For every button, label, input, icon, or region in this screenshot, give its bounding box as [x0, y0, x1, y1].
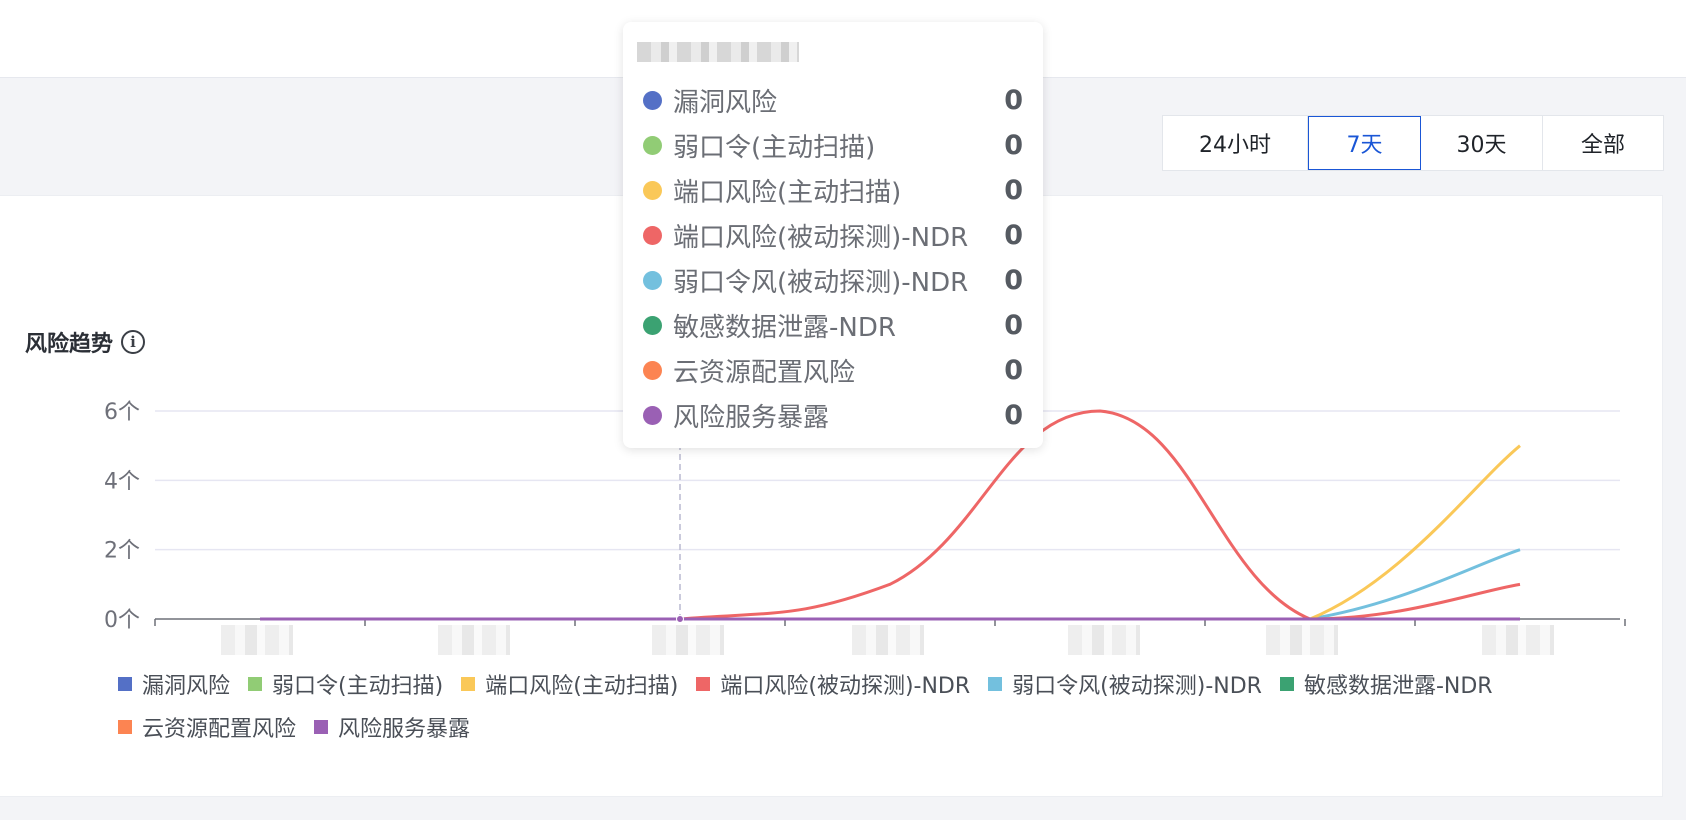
tooltip-row: 云资源配置风险 0: [643, 348, 1023, 393]
tooltip-value: 0: [1004, 400, 1023, 431]
legend-label: 漏洞风险: [142, 673, 231, 699]
legend-item[interactable]: 漏洞风险: [118, 670, 231, 699]
legend-swatch: [314, 719, 329, 734]
tooltip-row: 端口风险(被动探测)-NDR 0: [643, 213, 1023, 258]
tooltip-row: 端口风险(主动扫描) 0: [643, 168, 1023, 213]
tooltip-row: 漏洞风险 0: [643, 78, 1023, 123]
tooltip-label: 漏洞风险: [673, 88, 778, 118]
tooltip-row: 敏感数据泄露-NDR 0: [643, 303, 1023, 348]
tooltip-marker: [643, 226, 662, 245]
legend-label: 端口风险(主动扫描): [485, 673, 679, 699]
hover-point: [676, 615, 684, 623]
legend-item[interactable]: 弱口令风(被动探测)-NDR: [988, 670, 1262, 699]
y-tick-label: 4个: [104, 469, 140, 494]
tooltip-value: 0: [1004, 85, 1023, 116]
tooltip-row: 弱口令风(被动探测)-NDR 0: [643, 258, 1023, 303]
tooltip-marker: [643, 406, 662, 425]
legend-swatch: [988, 676, 1003, 691]
legend-item[interactable]: 弱口令(主动扫描): [248, 670, 444, 699]
y-tick-label: 2个: [104, 539, 140, 564]
chart-legend: 漏洞风险 弱口令(主动扫描) 端口风险(主动扫描) 端口风险(被动探测)-NDR 弱口令…: [118, 670, 1558, 742]
tooltip-marker: [643, 91, 662, 110]
tooltip-value: 0: [1004, 220, 1023, 251]
legend-label: 弱口令风(被动探测)-NDR: [1012, 673, 1262, 699]
y-tick-label: 0个: [104, 608, 140, 633]
tooltip-label: 风险服务暴露: [673, 403, 830, 433]
legend-label: 弱口令(主动扫描): [272, 673, 444, 699]
legend-label: 风险服务暴露: [338, 716, 471, 742]
legend-swatch: [461, 676, 476, 691]
legend-swatch: [118, 676, 132, 691]
legend-label: 敏感数据泄露-NDR: [1303, 673, 1493, 699]
legend-swatch: [1279, 676, 1294, 691]
legend-label: 云资源配置风险: [142, 716, 297, 742]
tooltip-value: 0: [1004, 175, 1023, 206]
tooltip-marker: [643, 316, 662, 335]
tooltip-marker: [643, 136, 662, 155]
legend-item[interactable]: 云资源配置风险: [118, 713, 297, 742]
tooltip-value: 0: [1004, 310, 1023, 341]
y-tick-label: 6个: [104, 400, 140, 425]
tooltip-row: 弱口令(主动扫描) 0: [643, 123, 1023, 168]
tooltip-label: 端口风险(主动扫描): [673, 178, 902, 208]
series-line: [260, 444, 1521, 621]
legend-item[interactable]: 风险服务暴露: [314, 713, 471, 742]
tooltip-value: 0: [1004, 355, 1023, 386]
tooltip-label: 弱口令(主动扫描): [673, 133, 876, 163]
legend-label: 端口风险(被动探测)-NDR: [720, 673, 971, 699]
legend-swatch: [248, 676, 263, 691]
tooltip-value: 0: [1004, 130, 1023, 161]
tooltip-marker: [643, 361, 662, 380]
tooltip-row: 风险服务暴露 0: [643, 393, 1023, 438]
legend-swatch: [696, 676, 711, 691]
legend-swatch: [118, 719, 132, 734]
legend-item[interactable]: 端口风险(被动探测)-NDR: [696, 670, 971, 699]
legend-item[interactable]: 敏感数据泄露-NDR: [1279, 670, 1493, 699]
tooltip-marker: [643, 271, 662, 290]
tooltip-label: 弱口令风(被动探测)-NDR: [673, 268, 969, 298]
tooltip-label: 端口风险(被动探测)-NDR: [673, 223, 969, 253]
tooltip-date-obscured: [637, 42, 799, 62]
tooltip-label: 云资源配置风险: [673, 358, 856, 388]
tooltip-value: 0: [1004, 265, 1023, 296]
tooltip-marker: [643, 181, 662, 200]
tooltip-label: 敏感数据泄露-NDR: [673, 313, 896, 343]
legend-item[interactable]: 端口风险(主动扫描): [461, 670, 679, 699]
chart-tooltip: 漏洞风险 0 弱口令(主动扫描) 0 端口风险(主动扫描) 0 端口风险(被动探测)-NDR…: [623, 22, 1043, 448]
